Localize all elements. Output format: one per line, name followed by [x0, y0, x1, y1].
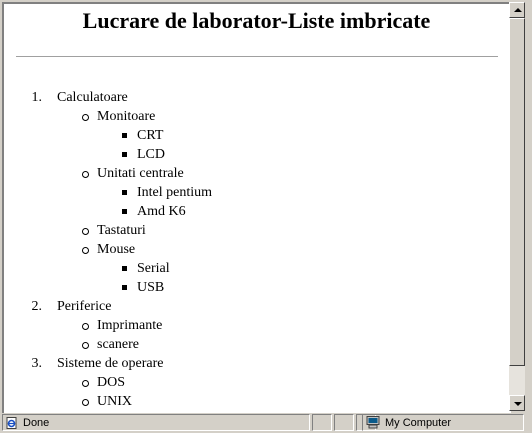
square-bullet-icon: [122, 133, 127, 138]
list-item-label: Unitati centrale: [97, 166, 184, 181]
list-item-label: LCD: [137, 147, 165, 162]
list-item-label: Amd K6: [137, 204, 186, 219]
list-item-label: Intel pentium: [137, 185, 213, 200]
circle-bullet-icon: [82, 114, 89, 121]
browser-window: Lucrare de laborator-Liste imbricate 1. C…: [0, 0, 532, 437]
circle-bullet-icon: [82, 380, 89, 387]
status-panel-empty-2: [334, 414, 354, 431]
zone-panel: My Computer: [362, 414, 524, 431]
circle-bullet-icon: [82, 342, 89, 349]
page-viewport: Lucrare de laborator-Liste imbricate 1. C…: [2, 2, 511, 413]
status-panel: Done: [2, 414, 310, 431]
status-text: Done: [23, 417, 50, 429]
circle-bullet-icon: [82, 228, 89, 235]
page-content: Lucrare de laborator-Liste imbricate 1. C…: [4, 4, 509, 409]
list-item-label: Mouse: [97, 242, 136, 257]
list-item-label: DOS: [97, 375, 126, 390]
list-number: 2.: [31, 299, 43, 314]
status-panel-empty-1: [312, 414, 332, 431]
list-item-label: USB: [137, 280, 165, 295]
circle-bullet-icon: [82, 323, 89, 330]
scroll-up-button[interactable]: [509, 2, 525, 18]
horizontal-rule: [16, 56, 498, 58]
scroll-down-button[interactable]: [509, 395, 525, 411]
list-item-label: Monitoare: [97, 109, 156, 124]
list-item-label: CRT: [137, 128, 164, 143]
list-item-label: Sisteme de operare: [57, 356, 164, 371]
status-bar: Done My Computer: [0, 413, 532, 433]
my-computer-icon: [366, 416, 380, 429]
circle-bullet-icon: [82, 171, 89, 178]
list-number: 1.: [31, 90, 43, 105]
list-item-label: scanere: [97, 337, 139, 352]
list-number: 3.: [31, 356, 43, 371]
list-item-label: Imprimante: [97, 318, 163, 333]
list-item-label: Tastaturi: [97, 223, 146, 238]
window-border: [525, 0, 532, 437]
arrow-down-icon: [514, 402, 522, 406]
square-bullet-icon: [122, 266, 127, 271]
square-bullet-icon: [122, 190, 127, 195]
list-item-label: UNIX: [97, 394, 132, 409]
list-item-label: Periferice: [57, 299, 112, 314]
scrollbar-thumb[interactable]: [509, 18, 525, 366]
page-title: Lucrare de laborator-Liste imbricate: [82, 8, 431, 33]
list-item-label: Serial: [137, 261, 170, 276]
list-item-label: Calculatoare: [57, 90, 128, 105]
vertical-scrollbar[interactable]: [509, 2, 525, 411]
square-bullet-icon: [122, 152, 127, 157]
square-bullet-icon: [122, 209, 127, 214]
circle-bullet-icon: [82, 247, 89, 254]
arrow-up-icon: [514, 8, 522, 12]
zone-text: My Computer: [385, 417, 452, 429]
circle-bullet-icon: [82, 399, 89, 406]
square-bullet-icon: [122, 285, 127, 290]
ie-page-icon: [6, 417, 17, 429]
window-bottom-edge: [0, 433, 532, 437]
